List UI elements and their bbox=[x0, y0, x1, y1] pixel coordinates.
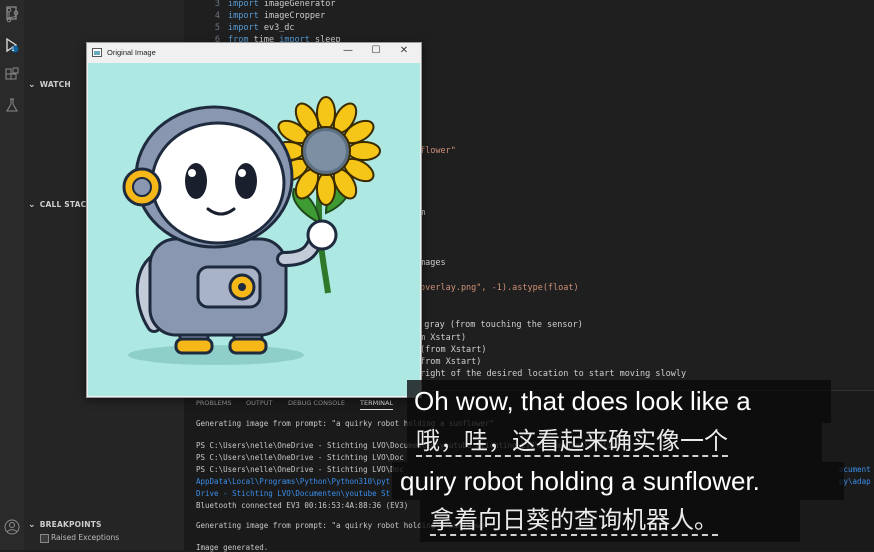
code-fragment: mages bbox=[420, 258, 446, 268]
code-fragment: overlay.png", -1).astype(float) bbox=[420, 283, 579, 293]
code-fragment: n gray (from touching the sensor) bbox=[414, 320, 583, 330]
call-stack-section-header[interactable]: CALL STACK bbox=[28, 200, 92, 210]
terminal-line: Drive - Stichting LVO\Documenten\youtube… bbox=[196, 489, 391, 498]
subtitle-chinese-line2: 拿着向日葵的查询机器人。 bbox=[430, 506, 718, 536]
line-number: 3 bbox=[214, 0, 220, 9]
minimize-button[interactable]: — bbox=[337, 45, 359, 59]
window-app-icon bbox=[92, 48, 102, 57]
tab-output[interactable]: OUTPUT bbox=[246, 399, 273, 407]
code-fragment: (from Xstart) bbox=[420, 345, 487, 355]
account-icon[interactable] bbox=[3, 518, 21, 536]
tab-terminal[interactable]: TERMINAL bbox=[360, 399, 394, 410]
terminal-line: AppData\Local\Programs\Python\Python310\… bbox=[196, 477, 391, 486]
window-title: Original Image bbox=[107, 48, 156, 57]
robot-sunflower-illustration bbox=[122, 96, 381, 365]
breakpoints-section-header[interactable]: BREAKPOINTS bbox=[28, 520, 102, 530]
activity-bar: 1 bbox=[0, 0, 24, 550]
code-line: import imageCropper bbox=[228, 11, 326, 21]
extensions-icon[interactable] bbox=[3, 66, 21, 84]
subtitle-english-line1: Oh wow, that does look like a bbox=[414, 386, 751, 416]
terminal-line: PS C:\Users\nelle\OneDrive - Stichting L… bbox=[196, 465, 404, 474]
code-fragment: right of the desired location to start m… bbox=[420, 369, 687, 379]
maximize-button[interactable]: ☐ bbox=[365, 45, 387, 59]
source-control-icon[interactable] bbox=[3, 6, 21, 24]
original-image-window[interactable]: Original Image — ☐ ✕ bbox=[86, 42, 422, 398]
code-fragment: m Xstart) bbox=[420, 333, 467, 343]
generated-image bbox=[88, 63, 420, 396]
subtitle-english-line2: quiry robot holding a sunflower. bbox=[400, 466, 760, 496]
code-line: import ev3_dc bbox=[228, 23, 295, 33]
terminal-line: Bluetooth connected EV3 00:16:53:4A:88:3… bbox=[196, 501, 409, 510]
code-fragment: from Xstart) bbox=[420, 357, 482, 367]
watch-section-header[interactable]: WATCH bbox=[28, 80, 71, 90]
terminal-line: PS C:\Users\nelle\OneDrive - Stichting L… bbox=[196, 453, 404, 462]
code-line: import imageGenerator bbox=[228, 0, 336, 9]
close-button[interactable]: ✕ bbox=[393, 45, 415, 59]
testing-icon[interactable] bbox=[3, 96, 21, 114]
terminal-line: Image generated. bbox=[196, 543, 269, 552]
raised-exceptions-checkbox[interactable] bbox=[40, 534, 49, 543]
line-number: 5 bbox=[214, 23, 220, 33]
subtitle-chinese-line1: 哦，哇，这看起来确实像一个 bbox=[416, 427, 728, 457]
tab-debug-console[interactable]: DEBUG CONSOLE bbox=[288, 399, 345, 407]
line-number: 4 bbox=[214, 11, 220, 21]
debug-badge: 1 bbox=[11, 46, 15, 53]
code-fragment: flower" bbox=[420, 146, 456, 156]
raised-exceptions-label: Raised Exceptions bbox=[51, 533, 120, 542]
tab-problems[interactable]: PROBLEMS bbox=[196, 399, 231, 407]
